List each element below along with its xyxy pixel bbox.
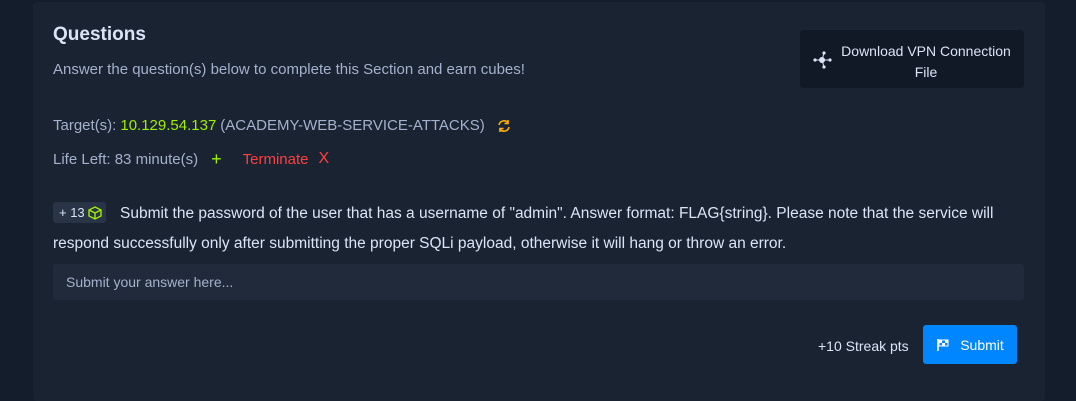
target-row: Target(s): 10.129.54.137 (ACADEMY-WEB-SE…	[53, 117, 511, 134]
target-name: (ACADEMY-WEB-SERVICE-ATTACKS)	[220, 117, 485, 134]
cube-icon	[87, 205, 102, 220]
reward-badge: + 13	[53, 202, 106, 223]
terminate-close-icon[interactable]: X	[318, 150, 329, 168]
life-value: 83 minute(s)	[114, 150, 199, 168]
question-text: Submit the password of the user that has…	[53, 205, 994, 252]
target-ip: 10.129.54.137	[120, 117, 217, 134]
network-icon	[813, 51, 832, 69]
terminate-button[interactable]: Terminate	[243, 151, 309, 168]
life-row: Life Left: 83 minute(s) + Terminate X	[53, 150, 329, 168]
streak-points: +10 Streak pts	[818, 338, 909, 354]
section-title: Questions	[53, 24, 146, 45]
download-vpn-button[interactable]: Download VPN Connection File	[800, 30, 1024, 88]
submit-button[interactable]: Submit	[923, 325, 1017, 364]
answer-input[interactable]	[53, 264, 1024, 300]
refresh-icon[interactable]	[497, 119, 511, 133]
life-label: Life Left:	[53, 150, 111, 168]
questions-card: Questions Answer the question(s) below t…	[33, 2, 1045, 401]
target-label: Target(s):	[53, 117, 117, 134]
flag-icon	[937, 338, 949, 351]
reward-value: + 13	[59, 205, 85, 220]
submit-label: Submit	[960, 336, 1004, 353]
download-vpn-label: Download VPN Connection File	[841, 43, 1011, 80]
section-subtitle: Answer the question(s) below to complete…	[53, 61, 525, 78]
extend-life-button[interactable]: +	[211, 150, 222, 168]
